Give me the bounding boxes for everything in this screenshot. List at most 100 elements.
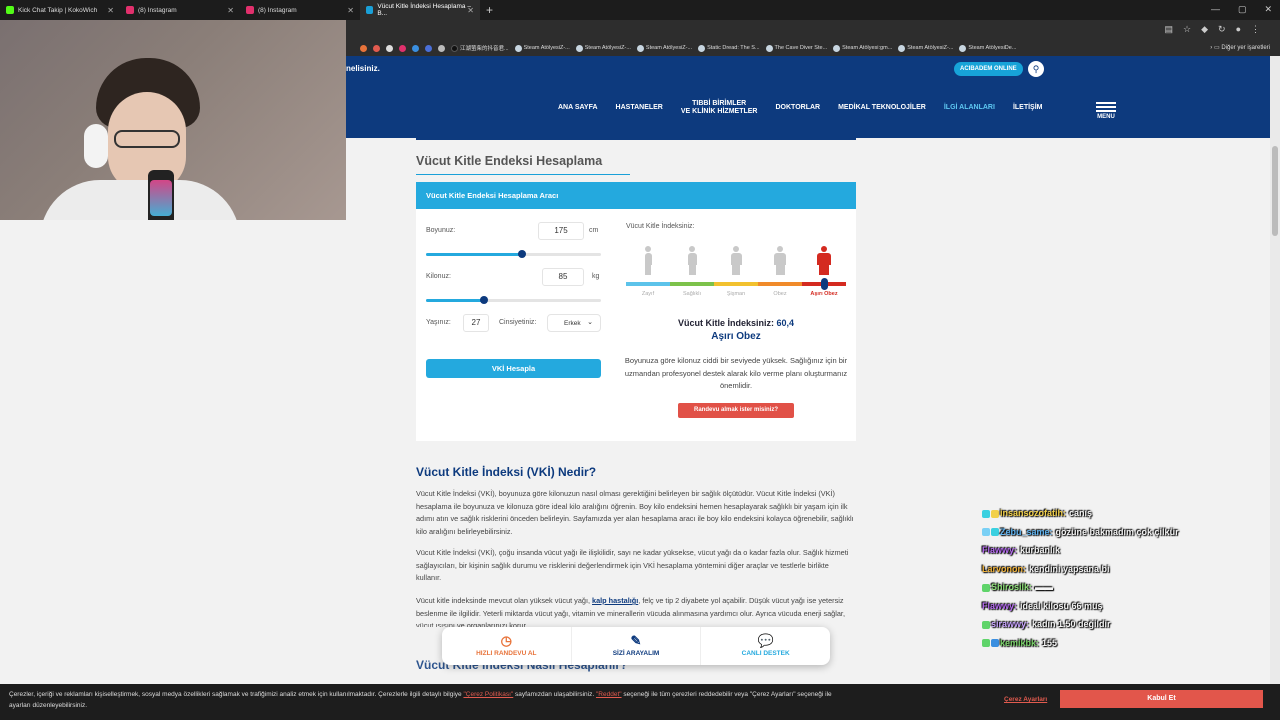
- chat-message: Zebu_same: gözüne bakmadım çok çilkür: [982, 525, 1272, 544]
- age-input[interactable]: 27: [463, 314, 489, 332]
- badge-icon: [991, 639, 999, 648]
- microphone-light: [150, 180, 172, 216]
- weight-slider-fill: [426, 299, 484, 302]
- close-window-icon[interactable]: ✕: [1264, 4, 1272, 15]
- gender-select[interactable]: Erkek ⌄: [547, 314, 601, 332]
- close-icon[interactable]: ✕: [227, 6, 234, 15]
- article-paragraph: Vücut Kitle İndeksi (VKİ), boyunuza göre…: [416, 489, 854, 536]
- acibadem-online-button[interactable]: ACIBADEM ONLINE: [954, 62, 1023, 76]
- cookie-policy-link[interactable]: "Çerez Politikası": [463, 691, 513, 698]
- result-text: Boyunuza göre kilonuz ciddi bir seviyede…: [624, 356, 848, 390]
- cookie-settings-link[interactable]: Çerez Ayarları: [1004, 696, 1047, 703]
- bmi-result: Vücut Kitle İndeksiniz: 60,4: [626, 318, 846, 328]
- chat-message: insansozofatih: canış: [982, 506, 1272, 525]
- bookmark[interactable]: Steam AtölyesiZ-...: [575, 44, 631, 52]
- bookmark[interactable]: [425, 44, 432, 52]
- live-support-button[interactable]: 💬 CANLI DESTEK: [701, 627, 830, 665]
- bookmark[interactable]: [386, 44, 393, 52]
- bookmark[interactable]: [399, 44, 406, 52]
- nav-item-active[interactable]: İLGİ ALANLARI: [944, 104, 995, 112]
- badge-icon: [991, 509, 999, 518]
- menu-button[interactable]: MENU: [1096, 100, 1116, 120]
- age-label: Yaşınız:: [426, 319, 451, 326]
- bookmark[interactable]: [438, 44, 445, 52]
- nav-item[interactable]: ANA SAYFA: [558, 104, 598, 112]
- extension-icon[interactable]: ◆: [1201, 24, 1208, 35]
- form-icon: ✎: [630, 633, 642, 648]
- nav-item[interactable]: HASTANELER: [616, 104, 663, 112]
- minimize-icon[interactable]: —: [1211, 4, 1220, 15]
- tab-favicon: [6, 6, 14, 14]
- search-icon[interactable]: ⚲: [1028, 61, 1044, 77]
- tab-title: Kick Chat Takip | KokoWich: [18, 6, 98, 14]
- bookmark[interactable]: Steam AtölyesiZ-...: [514, 44, 570, 52]
- close-icon[interactable]: ✕: [107, 6, 114, 15]
- cookie-banner: Çerezler, içeriği ve reklamları kişisell…: [0, 684, 1280, 720]
- other-bookmarks[interactable]: › ▭ Diğer yer işaretleri: [1210, 44, 1270, 51]
- close-icon[interactable]: ✕: [347, 6, 354, 15]
- bookmark[interactable]: [373, 44, 380, 52]
- heart-disease-link[interactable]: kalp hastalığı: [592, 596, 638, 605]
- height-slider[interactable]: [426, 250, 601, 258]
- accept-cookies-button[interactable]: Kabul Et: [1060, 690, 1263, 708]
- browser-tab-active[interactable]: Vücut Kitle İndeksi Hesaplama – B... ✕: [360, 0, 480, 20]
- nav-item[interactable]: MEDİKAL TEKNOLOJİLER: [838, 104, 926, 112]
- height-slider-fill: [426, 253, 523, 256]
- weight-slider[interactable]: [426, 296, 601, 304]
- maximize-icon[interactable]: ▢: [1238, 4, 1247, 15]
- quick-appointment-button[interactable]: ◷ HIZLI RANDEVU AL: [442, 627, 572, 665]
- badge-icon: [991, 528, 999, 537]
- call-me-button[interactable]: ✎ SİZİ ARAYALIM: [572, 627, 702, 665]
- person-morbid-obese-icon: [816, 246, 832, 278]
- window-controls: — ▢ ✕: [1211, 4, 1272, 15]
- more-icon[interactable]: ⋮: [1251, 24, 1260, 35]
- star-icon[interactable]: ☆: [1183, 24, 1191, 35]
- bookmark[interactable]: Steam AtölyesiZ-...: [898, 44, 953, 52]
- bookmark[interactable]: Static Dread: The S...: [698, 44, 760, 52]
- weight-unit: kg: [592, 273, 600, 280]
- weight-slider-knob[interactable]: [479, 296, 488, 304]
- appointment-button[interactable]: Randevu almak ister misiniz?: [678, 403, 794, 418]
- acibadem-icon: [366, 6, 374, 14]
- divider: [416, 137, 856, 140]
- bookmark[interactable]: 江湖萤柴的抖音君...: [451, 44, 509, 52]
- weight-label: Kilonuz:: [426, 273, 451, 280]
- profile-icon[interactable]: ●: [1236, 24, 1241, 35]
- nav-item[interactable]: İLETİŞİM: [1013, 104, 1043, 112]
- instagram-icon: [126, 6, 134, 14]
- nav-item[interactable]: DOKTORLAR: [776, 104, 821, 112]
- chevron-down-icon: ⌄: [587, 319, 593, 326]
- chat-icon: 💬: [757, 633, 774, 648]
- browser-tab[interactable]: (8) Instagram ✕: [120, 0, 240, 20]
- bookmark[interactable]: Steam AtölyesiDe...: [959, 44, 1016, 52]
- weight-input[interactable]: 85: [542, 268, 584, 286]
- height-slider-knob[interactable]: [518, 250, 527, 258]
- bookmark[interactable]: [360, 44, 367, 52]
- result-value: 60,4: [776, 318, 795, 328]
- new-tab-icon[interactable]: +: [486, 3, 493, 17]
- browser-tab-bar: Kick Chat Takip | KokoWich ✕ (8) Instagra…: [0, 0, 1280, 20]
- quick-action-bar: ◷ HIZLI RANDEVU AL ✎ SİZİ ARAYALIM 💬 CANLI …: [442, 627, 830, 665]
- reader-icon[interactable]: ▤: [1165, 24, 1174, 35]
- bookmark[interactable]: Steam Atölyesi:gm...: [833, 44, 892, 52]
- badge-icon: [982, 583, 990, 592]
- bookmark[interactable]: [412, 44, 419, 52]
- browser-toolbar-icons: ▤ ☆ ◆ ↻ ● ⋮: [1165, 24, 1261, 35]
- close-icon[interactable]: ✕: [467, 6, 474, 15]
- browser-tab[interactable]: (8) Instagram ✕: [240, 0, 360, 20]
- gender-label: Cinsiyetiniz:: [499, 319, 537, 326]
- bookmark[interactable]: Steam AtölyesiZ-...: [636, 44, 692, 52]
- bmi-calculator-card: Vücut Kitle Endeksi Hesaplama Aracı Boyu…: [416, 182, 856, 441]
- result-category: Aşırı Obez: [711, 331, 761, 342]
- browser-tab[interactable]: Kick Chat Takip | KokoWich ✕: [0, 0, 120, 20]
- calculate-bmi-button[interactable]: VKİ Hesapla: [426, 359, 601, 378]
- article-paragraph: Vücut kitle indeksinde mevcut olan yükse…: [416, 596, 845, 627]
- nav-item[interactable]: TIBBİ BİRİMLER VE KLİNİK HİZMETLER: [681, 100, 758, 116]
- reject-link[interactable]: "Reddet": [596, 691, 622, 698]
- scrollbar-thumb[interactable]: [1272, 146, 1278, 236]
- headphones: [84, 124, 108, 168]
- bookmark[interactable]: The Cave Diver Ste...: [765, 44, 827, 52]
- height-input[interactable]: 175: [538, 222, 584, 240]
- badge-icon: [982, 620, 990, 629]
- refresh-icon[interactable]: ↻: [1218, 24, 1226, 35]
